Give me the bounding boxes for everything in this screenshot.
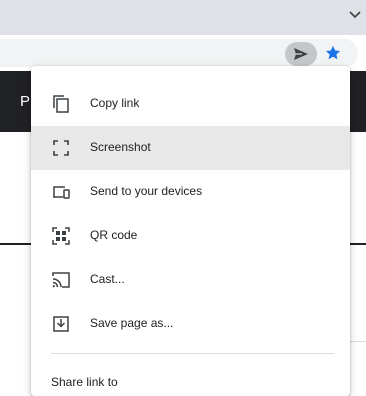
share-menu: Copy link Screenshot Send to your device… [31, 66, 350, 396]
menu-item-label: Screenshot [90, 140, 151, 154]
screenshot-icon [53, 140, 69, 156]
menu-item-label: QR code [90, 228, 138, 242]
menu-item-qr-code[interactable]: QR code [31, 214, 350, 258]
qr-code-icon [52, 227, 70, 245]
cast-icon [52, 272, 70, 288]
share-link-to-label: Share link to [51, 375, 118, 389]
omnibox[interactable] [0, 39, 358, 67]
star-icon[interactable] [324, 44, 342, 62]
menu-item-save-page[interactable]: Save page as... [31, 302, 350, 346]
menu-item-label: Copy link [90, 96, 140, 110]
send-icon [294, 48, 308, 60]
devices-icon [53, 186, 70, 199]
menu-item-screenshot[interactable]: Screenshot [31, 126, 350, 170]
menu-divider [51, 353, 334, 354]
site-header-text[interactable]: P [20, 93, 30, 110]
chevron-down-icon[interactable] [348, 8, 362, 22]
copy-icon [53, 95, 69, 113]
menu-item-send-to-devices[interactable]: Send to your devices [31, 170, 350, 214]
menu-item-label: Cast... [90, 272, 125, 286]
save-page-icon [53, 316, 69, 332]
menu-item-label: Send to your devices [90, 184, 203, 198]
menu-item-label: Save page as... [90, 316, 174, 330]
share-button[interactable] [285, 42, 317, 66]
tab-strip [0, 0, 366, 35]
menu-item-cast[interactable]: Cast... [31, 258, 350, 302]
menu-item-copy-link[interactable]: Copy link [31, 82, 350, 126]
